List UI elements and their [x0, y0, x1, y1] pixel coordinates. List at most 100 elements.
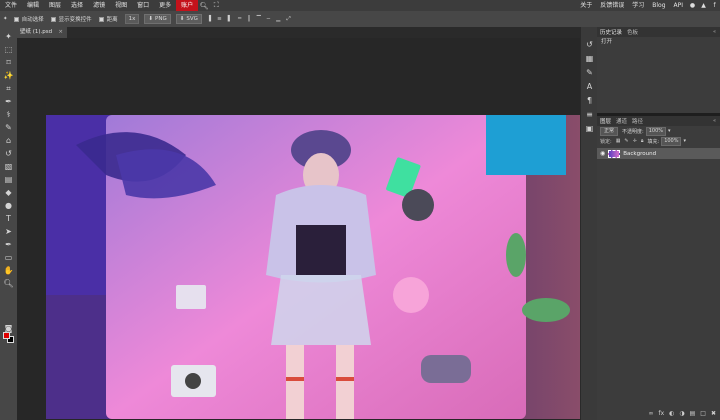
export-png-button[interactable]: ⬇ PNG	[144, 14, 171, 24]
distance-checkbox[interactable]	[98, 16, 104, 22]
blend-mode-select[interactable]: 正常	[600, 126, 619, 136]
link-blog[interactable]: Blog	[648, 0, 669, 11]
history-brush-icon[interactable]: ↺	[2, 148, 15, 159]
lock-label: 锁定:	[600, 138, 612, 145]
history-item[interactable]: 打开	[597, 37, 720, 47]
type-tool-icon[interactable]: T	[2, 213, 15, 224]
clone-stamp-icon[interactable]: ⌂	[2, 135, 15, 146]
lock-transparency-icon[interactable]: ▦	[616, 138, 621, 144]
download-icon: ⬇	[148, 16, 154, 22]
align-bottom-icon[interactable]: ▁	[276, 16, 280, 22]
layer-effects-icon[interactable]: fx	[658, 410, 664, 417]
shape-tool-icon[interactable]: ▭	[2, 252, 15, 263]
swatches-panel-icon[interactable]: ▦	[583, 53, 596, 64]
path-select-icon[interactable]: ➤	[2, 226, 15, 237]
image-panel-icon[interactable]: ▣	[583, 123, 596, 134]
history-panel: 历史记录 色板 « 打开	[597, 27, 720, 113]
menu-select[interactable]: 滤镜	[88, 0, 110, 11]
tab-history[interactable]: 历史记录	[600, 28, 622, 36]
magic-wand-icon[interactable]: ✨	[2, 70, 15, 81]
show-transform-option[interactable]: 显示变换控件	[50, 15, 92, 23]
layer-row[interactable]: ◉ Background	[597, 148, 720, 159]
lock-all-icon[interactable]: 🔒︎	[641, 138, 644, 144]
gradient-tool-icon[interactable]: ▤	[2, 174, 15, 185]
marquee-tool-icon[interactable]: ⬚	[2, 44, 15, 55]
menu-file[interactable]: 文件	[0, 0, 22, 11]
auto-select-checkbox[interactable]	[13, 16, 19, 22]
new-layer-icon[interactable]: □	[700, 410, 706, 417]
menu-view[interactable]: 窗口	[132, 0, 154, 11]
opacity-input[interactable]: 100%	[645, 126, 666, 136]
delete-layer-icon[interactable]: ✖	[711, 410, 716, 417]
link-layers-icon[interactable]: ∞	[648, 410, 653, 417]
blur-tool-icon[interactable]: ◆	[2, 187, 15, 198]
pen-tool-icon[interactable]: ✒	[2, 239, 15, 250]
distance-option[interactable]: 距离	[98, 15, 118, 23]
eye-icon[interactable]: ◉	[600, 150, 605, 157]
menu-window[interactable]: 更多	[154, 0, 176, 11]
unit-select[interactable]: 1x	[124, 14, 140, 24]
align-top-icon[interactable]: ▔	[257, 16, 261, 22]
dodge-tool-icon[interactable]: ●	[2, 200, 15, 211]
link-learn[interactable]: 学习	[628, 0, 648, 11]
tab-layers[interactable]: 图层	[600, 117, 611, 125]
collapse-icon[interactable]: «	[713, 29, 716, 35]
quick-mask-icon[interactable]: ◙	[2, 323, 15, 334]
facebook-icon[interactable]: f	[709, 0, 720, 11]
align-right-icon[interactable]: ▌	[228, 16, 232, 22]
distribute-icon[interactable]: ═	[238, 16, 241, 22]
menu-filter[interactable]: 视图	[110, 0, 132, 11]
transform-icon[interactable]: ⤢	[286, 16, 290, 23]
history-panel-icon[interactable]: ↺	[583, 39, 596, 50]
workspace[interactable]	[17, 38, 587, 420]
align-left-icon[interactable]: ▐	[207, 16, 211, 22]
lock-position-icon[interactable]: ✛	[633, 138, 637, 144]
menu-account[interactable]: 账户	[176, 0, 199, 11]
link-report-bug[interactable]: 反馈错误	[596, 0, 628, 11]
distribute-v-icon[interactable]: ║	[247, 16, 250, 22]
new-group-icon[interactable]: ▤	[690, 410, 696, 417]
lasso-tool-icon[interactable]: ⌑	[2, 57, 15, 68]
layer-mask-icon[interactable]: ◐	[669, 410, 674, 417]
fullscreen-icon[interactable]: ⛶	[210, 0, 222, 11]
align-middle-icon[interactable]: ─	[267, 16, 270, 22]
link-api[interactable]: API	[670, 0, 688, 11]
tab-swatches[interactable]: 色板	[627, 28, 638, 36]
link-about[interactable]: 关于	[576, 0, 596, 11]
panel-icon-strip: ↺ ▦ ✎ A ¶ ≡ ▣	[580, 27, 597, 420]
healing-brush-icon[interactable]: ⚕	[2, 109, 15, 120]
eraser-tool-icon[interactable]: ▧	[2, 161, 15, 172]
canvas-image[interactable]	[46, 115, 587, 419]
menu-layer[interactable]: 选择	[66, 0, 88, 11]
search-icon[interactable]: 🔍︎	[198, 0, 210, 11]
eyedropper-icon[interactable]: ✒	[2, 96, 15, 107]
fill-input[interactable]: 100%	[661, 136, 682, 146]
fill-dropdown-icon[interactable]: ▾	[683, 138, 686, 144]
tab-paths[interactable]: 路径	[632, 117, 643, 125]
brush-tool-icon[interactable]: ✎	[2, 122, 15, 133]
lock-pixels-icon[interactable]: ✎	[624, 138, 628, 144]
reddit-icon[interactable]: ●	[687, 0, 698, 11]
export-svg-button[interactable]: ⬇ SVG	[175, 14, 202, 24]
show-transform-checkbox[interactable]	[50, 16, 56, 22]
tab-channels[interactable]: 通道	[616, 117, 627, 125]
info-panel-icon[interactable]: ≡	[583, 109, 596, 120]
twitter-icon[interactable]: ▲	[698, 0, 709, 11]
character-panel-icon[interactable]: A	[583, 81, 596, 92]
document-tab[interactable]: 壁纸 (1).psd ×	[17, 27, 67, 38]
collapse-icon[interactable]: «	[713, 118, 716, 124]
crop-tool-icon[interactable]: ⌗	[2, 83, 15, 94]
opacity-dropdown-icon[interactable]: ▾	[668, 128, 671, 134]
brush-panel-icon[interactable]: ✎	[583, 67, 596, 78]
layers-panel-header: 图层 通道 路径 «	[597, 116, 720, 126]
auto-select-option[interactable]: 自动选择	[13, 15, 44, 23]
close-icon[interactable]: ×	[58, 27, 63, 38]
move-tool-icon[interactable]: ✦	[2, 31, 15, 42]
menu-edit[interactable]: 编辑	[22, 0, 44, 11]
adjustment-icon[interactable]: ◑	[679, 410, 684, 417]
align-center-icon[interactable]: ≡	[217, 16, 222, 22]
zoom-tool-icon[interactable]: 🔍︎	[2, 278, 15, 289]
paragraph-panel-icon[interactable]: ¶	[583, 95, 596, 106]
hand-tool-icon[interactable]: ✋	[2, 265, 15, 276]
menu-image[interactable]: 图层	[44, 0, 66, 11]
